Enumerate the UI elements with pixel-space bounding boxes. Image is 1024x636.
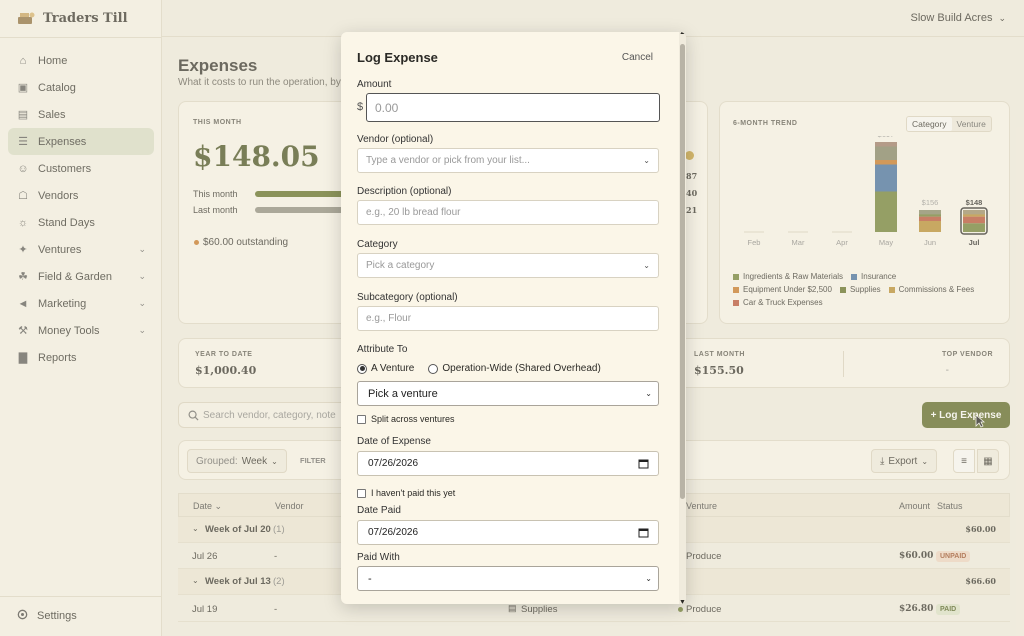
subcategory-placeholder: e.g., Flour (366, 313, 412, 324)
split-checkbox[interactable] (357, 414, 366, 424)
amount-placeholder: 0.00 (375, 100, 399, 115)
unpaid-checkbox[interactable] (357, 488, 366, 498)
cancel-button[interactable]: Cancel (622, 52, 653, 63)
scroll-down-icon[interactable]: ▼ (679, 599, 686, 604)
category-placeholder: Pick a category (366, 260, 435, 271)
subcategory-input[interactable]: e.g., Flour (357, 306, 659, 331)
amount-label: Amount (357, 79, 392, 90)
radio-venture-label[interactable]: A Venture (371, 363, 414, 374)
venture-select[interactable]: Pick a venture ⌄ (357, 381, 659, 406)
scroll-up-icon[interactable]: ▲ (679, 32, 686, 36)
unpaid-checkbox-row[interactable]: I haven't paid this yet (357, 488, 455, 498)
radio-operation-wide-label[interactable]: Operation-Wide (Shared Overhead) (442, 363, 600, 374)
chevron-down-icon: ⌄ (645, 574, 652, 583)
attribute-label: Attribute To (357, 344, 408, 355)
subcategory-label: Subcategory (optional) (357, 292, 458, 303)
modal-scrollbar[interactable]: ▲ ▼ (679, 32, 686, 604)
split-label: Split across ventures (371, 414, 455, 424)
radio-venture[interactable] (357, 363, 367, 374)
description-placeholder: e.g., 20 lb bread flour (366, 207, 461, 218)
modal-title: Log Expense (357, 50, 438, 65)
paid-date-input[interactable]: 07/26/2026 (357, 520, 659, 545)
vendor-label: Vendor (optional) (357, 134, 434, 145)
paid-with-select[interactable]: - ⌄ (357, 566, 659, 591)
scrollbar-thumb[interactable] (680, 44, 685, 499)
date-input[interactable]: 07/26/2026 (357, 451, 659, 476)
unpaid-label: I haven't paid this yet (371, 488, 456, 498)
date-label: Date of Expense (357, 436, 431, 447)
modal-body: Log Expense Cancel Amount $ 0.00 Vendor … (341, 32, 679, 604)
paid-date-label: Date Paid (357, 505, 401, 516)
currency-symbol: $ (357, 101, 364, 113)
description-input[interactable]: e.g., 20 lb bread flour (357, 200, 659, 225)
vendor-combobox[interactable]: Type a vendor or pick from your list... ⌄ (357, 148, 659, 173)
paid-with-label: Paid With (357, 552, 400, 563)
vendor-placeholder: Type a vendor or pick from your list... (366, 155, 530, 166)
date-value: 07/26/2026 (368, 458, 419, 469)
calendar-icon[interactable] (638, 458, 649, 469)
chevron-down-icon: ⌄ (643, 261, 650, 270)
venture-select-value: Pick a venture (368, 387, 438, 400)
attribute-radio-group: A Venture Operation-Wide (Shared Overhea… (357, 363, 601, 374)
log-expense-modal: Log Expense Cancel Amount $ 0.00 Vendor … (341, 32, 686, 604)
calendar-icon[interactable] (638, 527, 649, 538)
amount-input[interactable]: 0.00 (366, 93, 660, 122)
description-label: Description (optional) (357, 186, 452, 197)
split-checkbox-row[interactable]: Split across ventures (357, 414, 455, 424)
category-combobox[interactable]: Pick a category ⌄ (357, 253, 659, 278)
chevron-down-icon: ⌄ (645, 389, 652, 398)
paid-date-value: 07/26/2026 (368, 527, 419, 538)
category-label: Category (357, 239, 398, 250)
paid-with-value: - (368, 572, 372, 585)
radio-operation-wide[interactable] (428, 363, 439, 374)
chevron-down-icon: ⌄ (643, 156, 650, 165)
